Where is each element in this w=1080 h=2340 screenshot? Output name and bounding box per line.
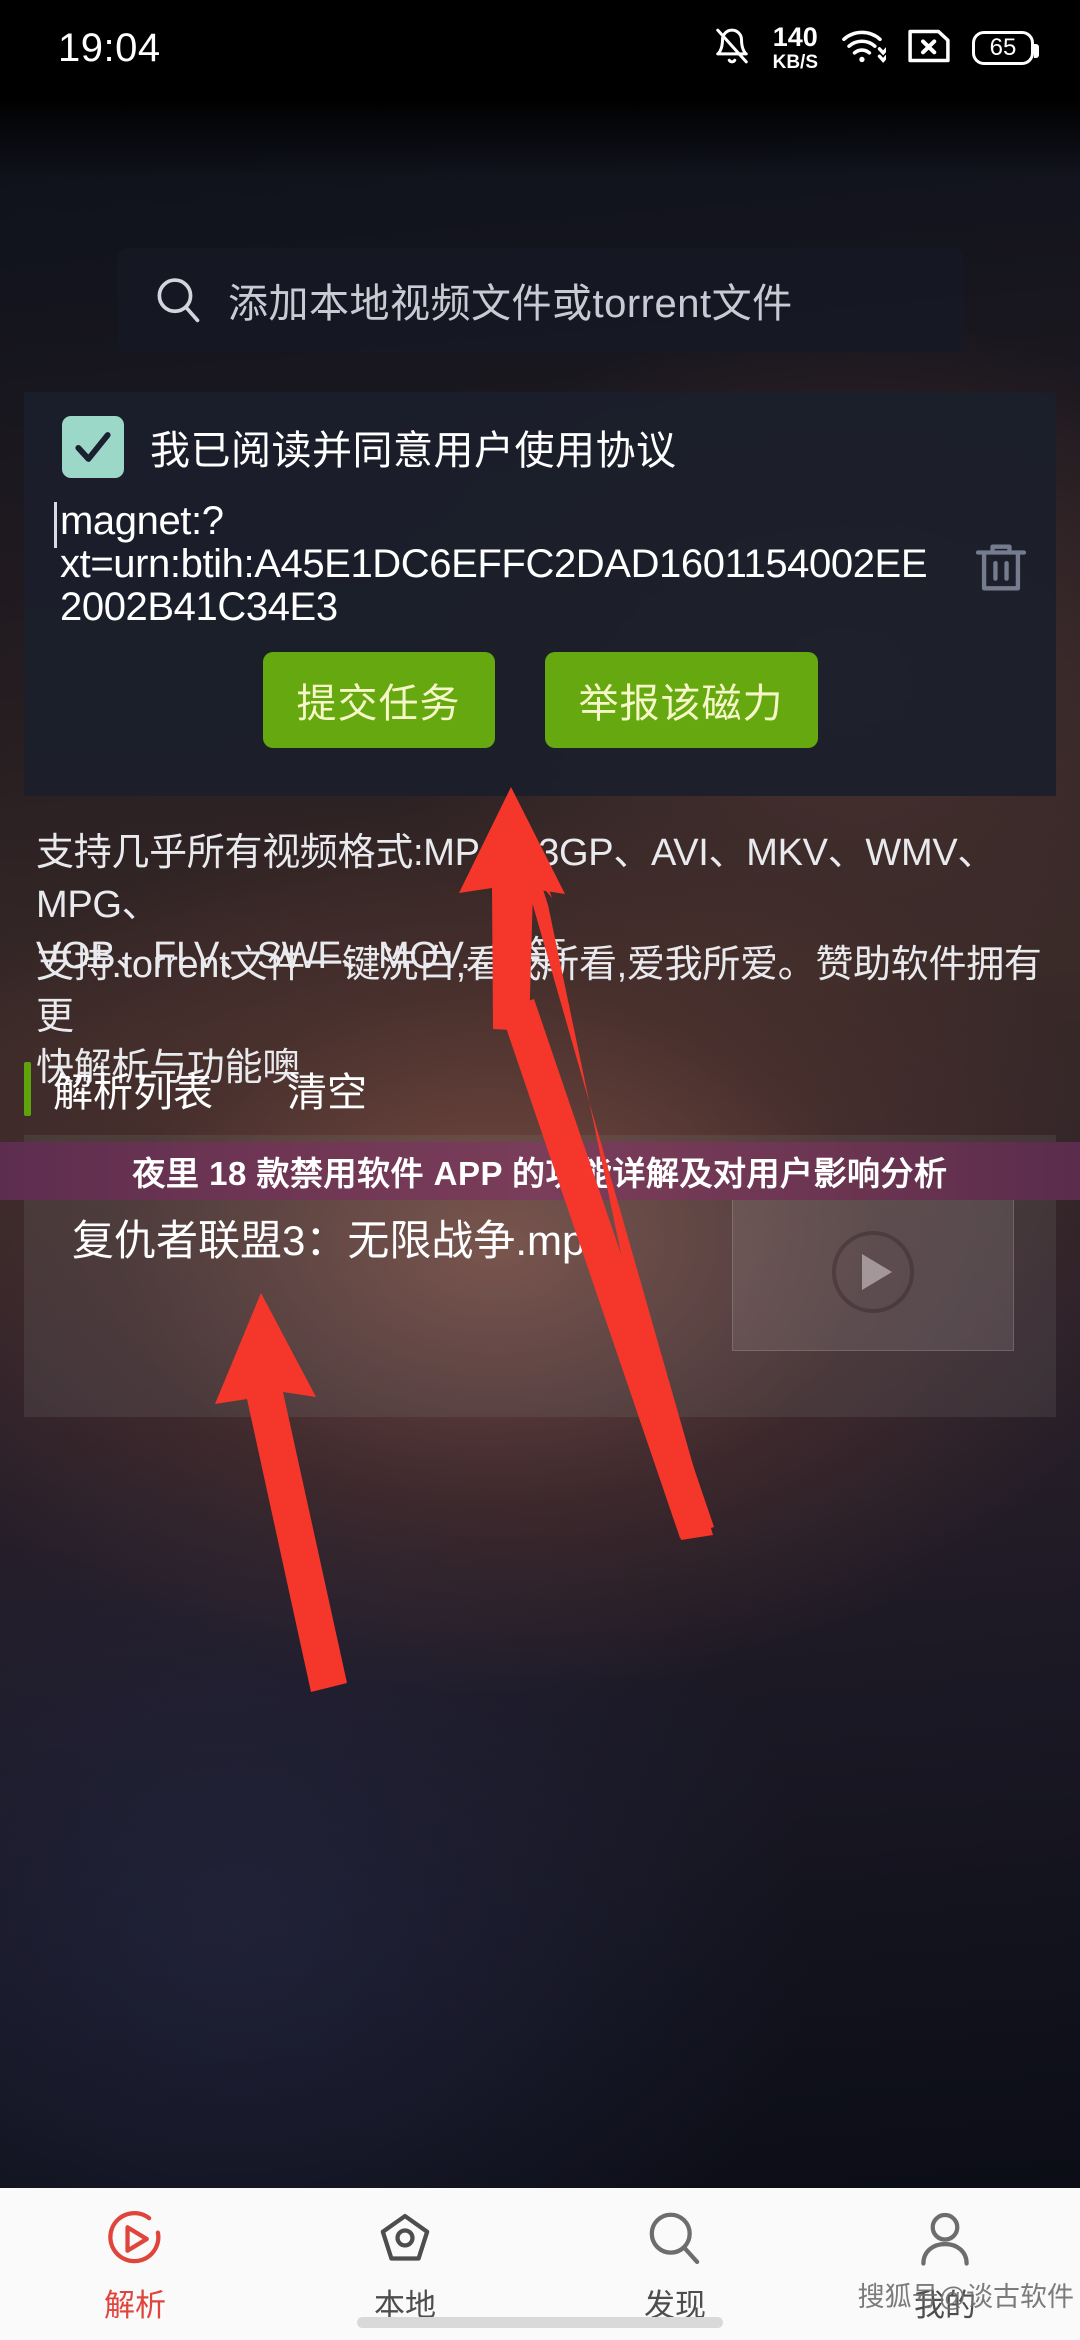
status-clock: 19:04 [58, 25, 161, 70]
play-icon [832, 1231, 914, 1313]
report-magnet-button[interactable]: 举报该磁力 [544, 651, 818, 748]
local-eye-icon [373, 2206, 437, 2272]
list-item-title: 复仇者联盟3：无限战争.mp4 [72, 1217, 609, 1264]
play-triangle [862, 1254, 892, 1290]
parse-list-header: 解析列表 清空 [24, 1058, 1056, 1120]
magnet-field-row: magnet:? xt=urn:btih:A45E1DC6EFFC2DAD160… [24, 478, 1056, 630]
battery-icon: 65 [972, 31, 1039, 65]
agreement-checkbox[interactable] [62, 416, 124, 478]
home-indicator[interactable] [357, 2317, 723, 2328]
torrent-line-1: 支持.torrent文件一键洗白,看我所看,爱我所爱。赞助软件拥有更 [36, 944, 1042, 1038]
wifi-icon [840, 26, 889, 71]
text-caret [54, 502, 57, 548]
source-watermark: 搜狐号@谈古软件 [857, 2282, 1074, 2312]
nav-item-parse[interactable]: 解析 [0, 2188, 270, 2325]
submit-task-button[interactable]: 提交任务 [262, 651, 495, 748]
profile-person-icon [913, 2206, 977, 2272]
search-input-placeholder[interactable]: 添加本地视频文件或torrent文件 [228, 271, 793, 329]
list-item-thumbnail[interactable] [732, 1193, 1014, 1351]
network-speed-value: 140 [772, 22, 818, 52]
bottom-navigation: 解析 本地 发现 我的 [0, 2188, 1080, 2340]
agreement-label: 我已阅读并同意用户使用协议 [150, 429, 677, 473]
trash-icon [975, 544, 1027, 591]
phone-screen: 19:04 140 KB/S 65 添加本地视频文件或torrent文件 我已阅… [0, 0, 1080, 2340]
agreement-row[interactable]: 我已阅读并同意用户使用协议 [24, 392, 1056, 478]
status-bar: 19:04 140 KB/S 65 [0, 0, 1080, 96]
accent-bar [24, 1062, 31, 1116]
clear-list-button[interactable]: 清空 [287, 1060, 367, 1118]
action-buttons-row: 提交任务 举报该磁力 [24, 651, 1056, 748]
bell-muted-icon [713, 26, 751, 71]
status-icons-group: 140 KB/S 65 [713, 22, 1039, 73]
magnet-line-2: xt=urn:btih:A45E1DC6EFFC2DAD1601154002EE [60, 542, 928, 587]
discover-search-icon [643, 2206, 707, 2272]
nav-label-parse: 解析 [104, 2288, 166, 2323]
network-speed-indicator: 140 KB/S [772, 22, 818, 73]
sim-no-signal-icon [908, 29, 950, 68]
parse-play-icon [103, 2206, 167, 2272]
parse-list-label: 解析列表 [53, 1071, 213, 1115]
nav-item-discover[interactable]: 发现 [540, 2188, 810, 2325]
search-bar[interactable]: 添加本地视频文件或torrent文件 [118, 248, 963, 352]
delete-magnet-button[interactable] [946, 500, 1056, 596]
magnet-line-3: 2002B41C34E3 [60, 585, 338, 630]
magnet-input[interactable]: magnet:? xt=urn:btih:A45E1DC6EFFC2DAD160… [24, 499, 946, 630]
network-speed-unit: KB/S [772, 52, 818, 73]
magnet-line-1: magnet:? [60, 499, 224, 543]
checkmark-icon [75, 432, 111, 462]
battery-level: 65 [989, 34, 1017, 61]
search-icon [152, 274, 204, 326]
magnet-input-panel: 我已阅读并同意用户使用协议 magnet:? xt=urn:btih:A45E1… [24, 392, 1056, 796]
formats-line-1: 支持几乎所有视频格式:MP4、3GP、AVI、MKV、WMV、MPG、 [36, 832, 996, 926]
promo-banner[interactable]: 夜里 18 款禁用软件 APP 的功能详解及对用户影响分析 [0, 1142, 1080, 1200]
nav-item-local[interactable]: 本地 [270, 2188, 540, 2325]
promo-banner-text: 夜里 18 款禁用软件 APP 的功能详解及对用户影响分析 [132, 1155, 948, 1192]
